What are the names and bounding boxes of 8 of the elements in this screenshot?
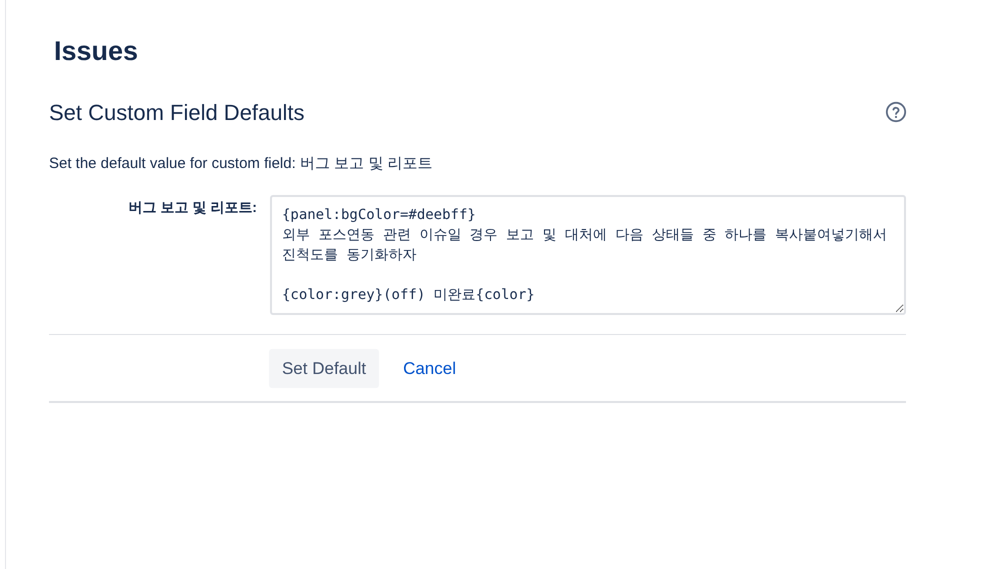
cancel-link[interactable]: Cancel — [391, 356, 468, 382]
section-title: Set Custom Field Defaults — [48, 98, 305, 126]
help-icon[interactable] — [885, 101, 907, 123]
default-value-field[interactable]: {panel:bgColor=#deebff} 외부 포스연동 관련 이슈일 경우 보고 및 대처에 다음 상태들 중 하나를 복사붙여넣기해서 진척도를 동기화하자 {color:grey}(off) 미완료{color} — [270, 195, 906, 315]
description-text: Set the default value for custom field: 버그 보고 및 리포트 — [48, 154, 432, 174]
page-title: Issues — [54, 35, 138, 68]
field-label: 버그 보고 및 리포트: — [128, 198, 258, 217]
set-default-button[interactable]: Set Default — [268, 349, 380, 388]
